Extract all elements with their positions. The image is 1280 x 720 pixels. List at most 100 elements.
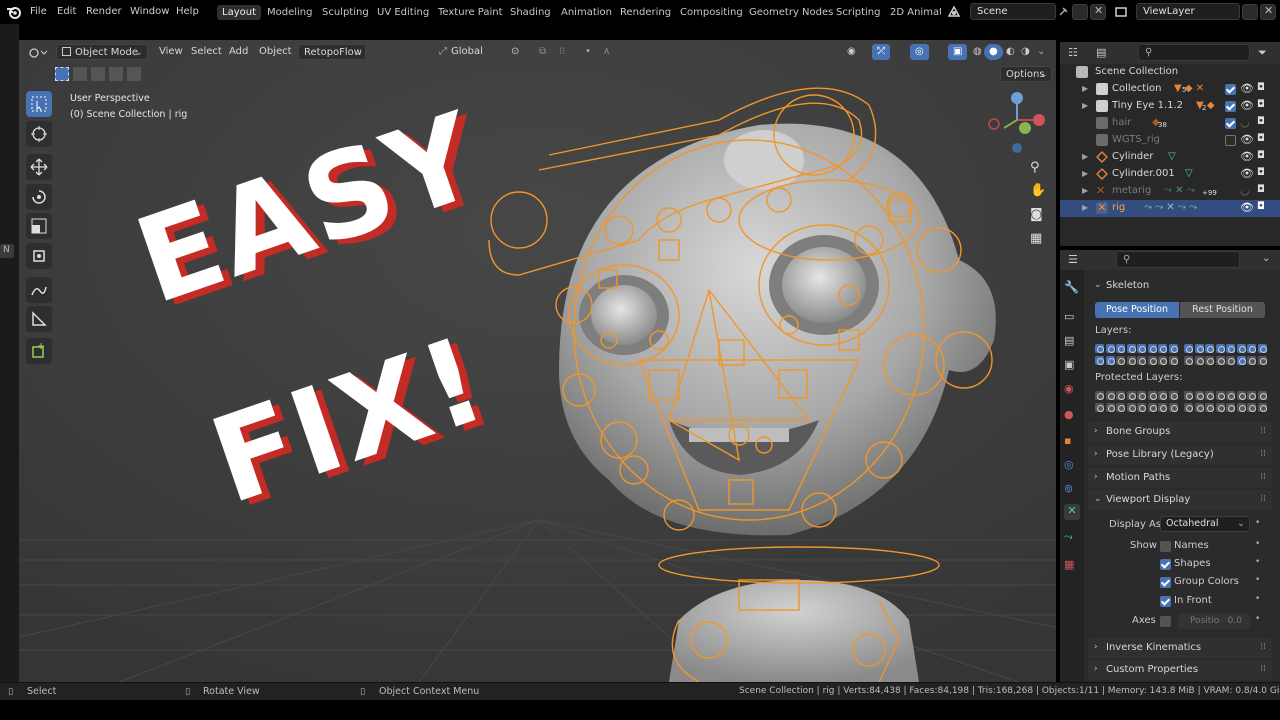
render-properties-icon[interactable]: ▭ — [1064, 310, 1080, 326]
outliner-row-cylinder[interactable]: ▶ Cylinder ▽ 👁 ◘ — [1060, 149, 1280, 166]
layer-toggle[interactable] — [1194, 391, 1204, 400]
layer-toggle[interactable] — [1116, 403, 1125, 412]
layer-toggle[interactable] — [1184, 356, 1193, 365]
outliner-search-input[interactable]: ⚲ — [1138, 44, 1250, 61]
pin-icon[interactable] — [1057, 6, 1069, 18]
view-layer-field[interactable]: ViewLayer — [1136, 3, 1240, 20]
layer-toggle[interactable] — [1168, 403, 1178, 412]
layer-toggle[interactable] — [1147, 356, 1157, 365]
menu-render[interactable]: Render — [86, 6, 122, 17]
layer-toggle[interactable] — [1126, 391, 1136, 400]
layer-toggle[interactable] — [1095, 356, 1104, 365]
display-mode-icon[interactable]: ▤ — [1096, 46, 1106, 59]
protected-layers-grid[interactable] — [1095, 391, 1267, 413]
layer-toggle[interactable] — [1236, 344, 1246, 353]
outliner-row-rig[interactable]: ▶ ✕ rig ⤳ ⤳ ✕ ⤳ ⤳ 👁 ◘ — [1060, 200, 1280, 217]
render-camera-icon[interactable]: ◘ — [1257, 150, 1265, 161]
eye-icon[interactable]: 👁 — [1240, 133, 1254, 146]
expand-arrow-icon[interactable]: ▶ — [1082, 84, 1088, 93]
view-layer-properties-icon[interactable]: ▣ — [1064, 358, 1080, 374]
select-invert-icon[interactable] — [109, 67, 123, 81]
outliner-row-wgts-rig[interactable]: WGTS_rig 👁 ◘ — [1060, 132, 1280, 149]
overlay-toggle-icon[interactable]: ◎ — [910, 44, 929, 60]
rest-position-button[interactable]: Rest Position — [1180, 302, 1265, 318]
layer-toggle[interactable] — [1116, 344, 1125, 353]
keyframe-dot-icon[interactable]: • — [1255, 518, 1260, 528]
display-as-dropdown[interactable]: Octahedral ⌄ — [1160, 516, 1250, 532]
layer-toggle[interactable] — [1168, 391, 1178, 400]
layer-toggle[interactable] — [1226, 403, 1235, 412]
layer-toggle[interactable] — [1095, 344, 1104, 353]
tab-layout[interactable]: Layout — [217, 5, 261, 20]
layer-toggle[interactable] — [1147, 403, 1157, 412]
chevron-down-icon[interactable]: ⌄ — [1262, 253, 1270, 264]
measure-tool[interactable] — [26, 306, 52, 332]
drag-handle-icon[interactable]: ⁞⁞ — [1260, 494, 1266, 504]
drag-handle-icon[interactable]: ⁞⁞ — [1260, 642, 1266, 652]
texture-properties-icon[interactable]: ▦ — [1064, 558, 1080, 574]
pivot-point-icon[interactable]: ⊙ — [506, 44, 524, 60]
menu-edit[interactable]: Edit — [57, 6, 76, 17]
output-properties-icon[interactable]: ▤ — [1064, 334, 1080, 350]
tab-2d-animation[interactable]: 2D Animati — [885, 5, 941, 20]
layer-toggle[interactable] — [1194, 344, 1204, 353]
layer-toggle[interactable] — [1158, 391, 1167, 400]
keyframe-dot-icon[interactable]: • — [1255, 539, 1260, 549]
layer-toggle[interactable] — [1184, 344, 1193, 353]
drag-handle-icon[interactable]: ⁞⁞ — [1260, 472, 1266, 482]
layer-toggle[interactable] — [1257, 356, 1267, 365]
rotate-tool[interactable] — [26, 184, 52, 210]
tool-settings-icon[interactable]: 🔧 — [1064, 280, 1080, 296]
eye-icon[interactable]: 👁 — [1240, 82, 1254, 95]
outliner-row-collection[interactable]: ▶ Collection ▼ ◆ ✕ 5 👁 ◘ — [1060, 81, 1280, 98]
3d-viewport[interactable] — [19, 40, 1056, 682]
xray-toggle-icon[interactable]: ▣ — [948, 44, 968, 60]
layer-toggle[interactable] — [1137, 391, 1146, 400]
keyframe-dot-icon[interactable]: • — [1255, 614, 1260, 624]
eye-icon[interactable]: 👁 — [1240, 167, 1254, 180]
layer-toggle[interactable] — [1105, 356, 1115, 365]
layer-toggle[interactable] — [1226, 344, 1235, 353]
layer-toggle[interactable] — [1226, 391, 1235, 400]
menu-add[interactable]: Add — [224, 44, 253, 60]
bone-properties-icon[interactable]: ⤳ — [1064, 530, 1080, 546]
layer-toggle[interactable] — [1205, 391, 1214, 400]
render-camera-icon[interactable]: ◘ — [1257, 99, 1265, 110]
blender-logo-icon[interactable] — [6, 4, 22, 20]
falloff-icon[interactable]: ∧ — [598, 44, 615, 60]
tab-geometry-nodes[interactable]: Geometry Nodes — [744, 5, 838, 20]
axes-checkbox[interactable] — [1160, 616, 1171, 627]
layer-toggle[interactable] — [1105, 403, 1115, 412]
keyframe-dot-icon[interactable]: • — [1255, 594, 1260, 604]
skeleton-panel-header[interactable]: ⌄ Skeleton — [1088, 276, 1272, 296]
tab-compositing[interactable]: Compositing — [675, 5, 748, 20]
tab-animation[interactable]: Animation — [556, 5, 617, 20]
new-view-layer-button[interactable] — [1242, 4, 1258, 20]
exclude-checkbox[interactable] — [1225, 84, 1236, 95]
menu-window[interactable]: Window — [130, 6, 169, 17]
orthographic-grid-icon[interactable]: ▦ — [1030, 231, 1042, 246]
tab-texture-paint[interactable]: Texture Paint — [433, 5, 508, 20]
tab-uv-editing[interactable]: UV Editing — [372, 5, 434, 20]
names-checkbox[interactable] — [1160, 541, 1171, 552]
outliner-row-cylinder-001[interactable]: ▶ Cylinder.001 ▽ 👁 ◘ — [1060, 166, 1280, 183]
layer-toggle[interactable] — [1158, 356, 1167, 365]
select-extend-icon[interactable] — [73, 67, 87, 81]
layer-toggle[interactable] — [1205, 403, 1214, 412]
custom-properties-panel-header[interactable]: › Custom Properties ⁞⁞ — [1088, 660, 1272, 680]
tab-rendering[interactable]: Rendering — [615, 5, 676, 20]
render-camera-icon[interactable]: ◘ — [1257, 133, 1265, 144]
layer-toggle[interactable] — [1137, 403, 1146, 412]
annotate-tool[interactable] — [26, 277, 52, 303]
layer-toggle[interactable] — [1257, 391, 1267, 400]
layer-toggle[interactable] — [1147, 344, 1157, 353]
layer-toggle[interactable] — [1226, 356, 1235, 365]
solid-shading-icon[interactable]: ● — [984, 44, 1003, 60]
layer-toggle[interactable] — [1184, 391, 1193, 400]
layer-toggle[interactable] — [1184, 403, 1193, 412]
layer-toggle[interactable] — [1158, 403, 1167, 412]
expand-arrow-icon[interactable]: ▶ — [1082, 186, 1088, 195]
add-cube-tool[interactable] — [26, 338, 52, 364]
layer-toggle[interactable] — [1205, 356, 1214, 365]
delete-scene-button[interactable]: ✕ — [1090, 4, 1106, 20]
